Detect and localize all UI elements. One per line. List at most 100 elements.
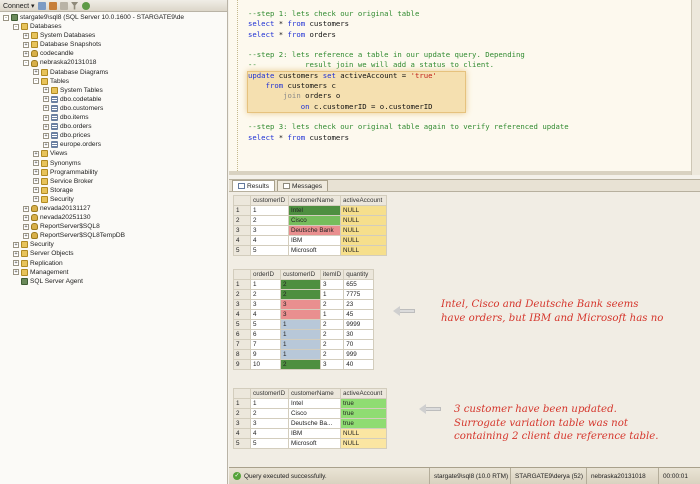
table-cell[interactable]: 2 xyxy=(280,279,321,290)
table-cell[interactable]: 1 xyxy=(250,398,289,409)
expand-icon[interactable]: + xyxy=(43,132,49,139)
row-number[interactable]: 5 xyxy=(233,245,251,256)
expand-icon[interactable]: + xyxy=(13,241,19,248)
query-editor[interactable]: --step 1: lets check our original table s… xyxy=(229,0,700,175)
row-number[interactable]: 1 xyxy=(233,398,251,409)
tree-node[interactable]: + Programmability xyxy=(0,168,227,177)
tree-node[interactable]: - nebraska20131018 xyxy=(0,58,227,67)
column-header[interactable]: activeAccount xyxy=(340,195,387,206)
customers-grid-after[interactable]: customerID customerName activeAccount 1 1 Int… xyxy=(233,388,387,449)
tree-node[interactable]: + Service Broker xyxy=(0,177,227,186)
disconnect-icon[interactable] xyxy=(48,1,57,10)
expand-icon[interactable]: + xyxy=(33,150,39,157)
table-cell[interactable]: NULL xyxy=(340,205,387,216)
table-cell[interactable]: 3 xyxy=(319,279,345,290)
table-cell[interactable]: 2 xyxy=(319,339,345,350)
tree-node[interactable]: + System Tables xyxy=(0,86,227,95)
row-number[interactable]: 3 xyxy=(233,225,251,236)
table-cell[interactable]: NULL xyxy=(340,428,387,439)
tree-node[interactable]: SQL Server Agent xyxy=(0,277,227,286)
column-header[interactable] xyxy=(233,388,251,399)
table-cell[interactable]: NULL xyxy=(340,215,387,226)
tree-node[interactable]: + codecandle xyxy=(0,49,227,58)
table-cell[interactable]: 1 xyxy=(280,319,321,330)
table-cell[interactable]: 3 xyxy=(250,418,289,429)
expand-icon[interactable]: + xyxy=(23,232,29,239)
expand-icon[interactable]: + xyxy=(33,187,39,194)
filter-icon[interactable] xyxy=(70,1,79,10)
table-cell[interactable]: 5 xyxy=(250,438,289,449)
tree-node[interactable]: + Server Objects xyxy=(0,249,227,258)
column-header[interactable]: customerName xyxy=(288,388,341,399)
table-cell[interactable]: 9 xyxy=(250,349,281,360)
row-number[interactable]: 9 xyxy=(233,359,251,370)
table-cell[interactable]: IBM xyxy=(288,428,341,439)
tree-node[interactable]: + Security xyxy=(0,195,227,204)
editor-vertical-scrollbar[interactable] xyxy=(691,0,700,175)
table-cell[interactable]: 2 xyxy=(280,359,321,370)
table-cell[interactable]: 2 xyxy=(250,408,289,419)
expand-icon[interactable]: + xyxy=(43,87,49,94)
column-header[interactable] xyxy=(233,269,251,280)
table-row[interactable]: 4 4 3 1 45 xyxy=(233,309,375,320)
table-row[interactable]: 3 3 Deutsche Ba... true xyxy=(233,418,387,429)
expand-icon[interactable]: + xyxy=(43,114,49,121)
table-cell[interactable]: Microsoft xyxy=(288,245,341,256)
row-number[interactable]: 1 xyxy=(233,279,251,290)
table-cell[interactable]: Deutsche Ba... xyxy=(288,418,341,429)
table-cell[interactable]: 23 xyxy=(343,299,375,310)
table-cell[interactable]: 4 xyxy=(250,309,281,320)
table-cell[interactable]: true xyxy=(340,418,387,429)
table-cell[interactable]: 2 xyxy=(319,349,345,360)
sql-code[interactable]: --step 1: lets check our original table s… xyxy=(248,9,569,143)
table-cell[interactable]: 2 xyxy=(280,289,321,300)
table-cell[interactable]: 5 xyxy=(250,245,289,256)
row-number[interactable]: 4 xyxy=(233,309,251,320)
row-number[interactable]: 8 xyxy=(233,349,251,360)
table-cell[interactable]: Microsoft xyxy=(288,438,341,449)
tree-node[interactable]: - Tables xyxy=(0,77,227,86)
table-row[interactable]: 7 7 1 2 70 xyxy=(233,339,375,350)
tree-node[interactable]: + Synonyms xyxy=(0,159,227,168)
table-cell[interactable]: 1 xyxy=(250,279,281,290)
table-row[interactable]: 1 1 2 3 655 xyxy=(233,279,375,290)
table-cell[interactable]: NULL xyxy=(340,225,387,236)
tree-node[interactable]: + Database Snapshots xyxy=(0,40,227,49)
row-number[interactable]: 5 xyxy=(233,319,251,330)
table-cell[interactable]: 1 xyxy=(319,289,345,300)
collapse-icon[interactable]: - xyxy=(13,23,19,30)
row-number[interactable]: 4 xyxy=(233,428,251,439)
expand-icon[interactable]: + xyxy=(33,169,39,176)
tree-node[interactable]: + Replication xyxy=(0,259,227,268)
table-cell[interactable]: IBM xyxy=(288,235,341,246)
table-row[interactable]: 8 9 1 2 999 xyxy=(233,349,375,360)
table-cell[interactable]: 4 xyxy=(250,235,289,246)
table-cell[interactable]: true xyxy=(340,398,387,409)
row-number[interactable]: 1 xyxy=(233,205,251,216)
table-row[interactable]: 1 1 Intel true xyxy=(233,398,387,409)
column-header[interactable]: customerID xyxy=(280,269,321,280)
table-row[interactable]: 5 5 1 2 9999 xyxy=(233,319,375,330)
expand-icon[interactable]: + xyxy=(33,160,39,167)
table-cell[interactable]: Intel xyxy=(288,398,341,409)
table-row[interactable]: 5 5 Microsoft NULL xyxy=(233,245,387,256)
table-cell[interactable]: 40 xyxy=(343,359,375,370)
table-row[interactable]: 4 4 IBM NULL xyxy=(233,235,387,246)
column-header[interactable]: activeAccount xyxy=(340,388,387,399)
column-header[interactable]: quantity xyxy=(343,269,375,280)
table-cell[interactable]: 3 xyxy=(250,299,281,310)
table-row[interactable]: 2 2 2 1 7775 xyxy=(233,289,375,300)
tree-node[interactable]: + Database Diagrams xyxy=(0,68,227,77)
table-cell[interactable]: 2 xyxy=(319,319,345,330)
table-cell[interactable]: Deutsche Bank xyxy=(288,225,341,236)
expand-icon[interactable]: + xyxy=(33,196,39,203)
expand-icon[interactable]: + xyxy=(13,269,19,276)
tree-node[interactable]: + dbo.prices xyxy=(0,131,227,140)
table-cell[interactable]: 1 xyxy=(250,205,289,216)
expand-icon[interactable]: + xyxy=(23,50,29,57)
table-cell[interactable]: Intel xyxy=(288,205,341,216)
table-cell[interactable]: 1 xyxy=(319,309,345,320)
table-cell[interactable]: 2 xyxy=(319,299,345,310)
table-cell[interactable]: NULL xyxy=(340,245,387,256)
row-number[interactable]: 2 xyxy=(233,408,251,419)
